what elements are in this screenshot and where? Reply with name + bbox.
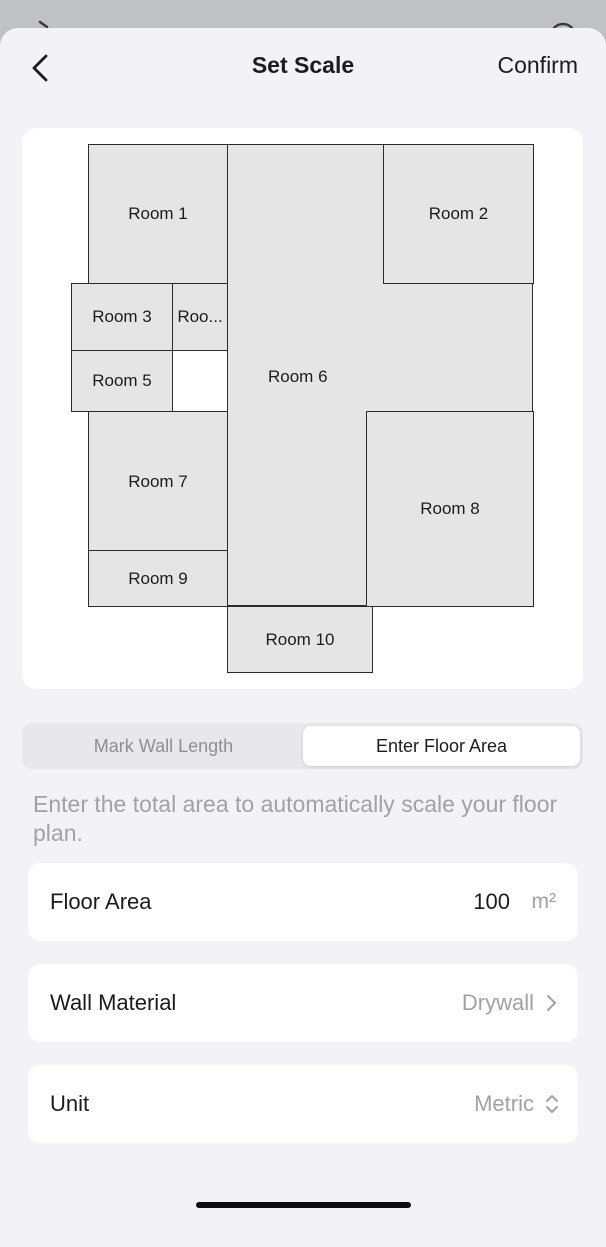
- home-indicator: [196, 1202, 411, 1208]
- status-bar-glyphs: [38, 20, 577, 50]
- tab-enter-floor-area[interactable]: Enter Floor Area: [303, 726, 580, 766]
- room-3[interactable]: Room 3: [71, 283, 173, 351]
- chevron-right-icon: [547, 995, 556, 1011]
- room-8[interactable]: Room 8: [366, 411, 534, 607]
- room-1[interactable]: Room 1: [88, 144, 228, 284]
- room-4[interactable]: Roo...: [172, 283, 228, 351]
- chevron-up-down-icon: [546, 1095, 558, 1113]
- room-9[interactable]: Room 9: [88, 550, 228, 607]
- tab-mark-wall-length[interactable]: Mark Wall Length: [25, 726, 302, 766]
- wall-material-row[interactable]: Wall Material Drywall: [28, 964, 578, 1042]
- unit-label: Unit: [50, 1091, 90, 1116]
- wall-material-label: Wall Material: [50, 990, 177, 1015]
- room-6-label: Room 6: [268, 367, 328, 386]
- floor-area-input[interactable]: [420, 885, 510, 919]
- status-bar-peek: [0, 0, 606, 50]
- floor-area-unit: m²: [531, 890, 557, 913]
- floor-area-label: Floor Area: [50, 889, 152, 914]
- unit-value: Metric: [474, 1091, 534, 1116]
- confirm-button[interactable]: Confirm: [497, 52, 578, 79]
- floor-plan-card: Room 1 Room 6 Room 2 Room 3 Roo... Room …: [22, 128, 583, 689]
- wall-material-value: Drywall: [461, 990, 534, 1015]
- room-7[interactable]: Room 7: [88, 411, 228, 552]
- room-10[interactable]: Room 10: [227, 606, 373, 673]
- room-2[interactable]: Room 2: [383, 144, 534, 284]
- floor-area-row: Floor Area m²: [28, 863, 578, 941]
- unit-row[interactable]: Unit Metric: [28, 1065, 578, 1143]
- room-5[interactable]: Room 5: [71, 350, 173, 412]
- instruction-text: Enter the total area to automatically sc…: [33, 791, 558, 846]
- set-scale-sheet: Set Scale Confirm Room 1 Room 6 Room 2 R…: [0, 28, 606, 1247]
- scale-mode-segmented-control: Mark Wall Length Enter Floor Area: [22, 723, 583, 769]
